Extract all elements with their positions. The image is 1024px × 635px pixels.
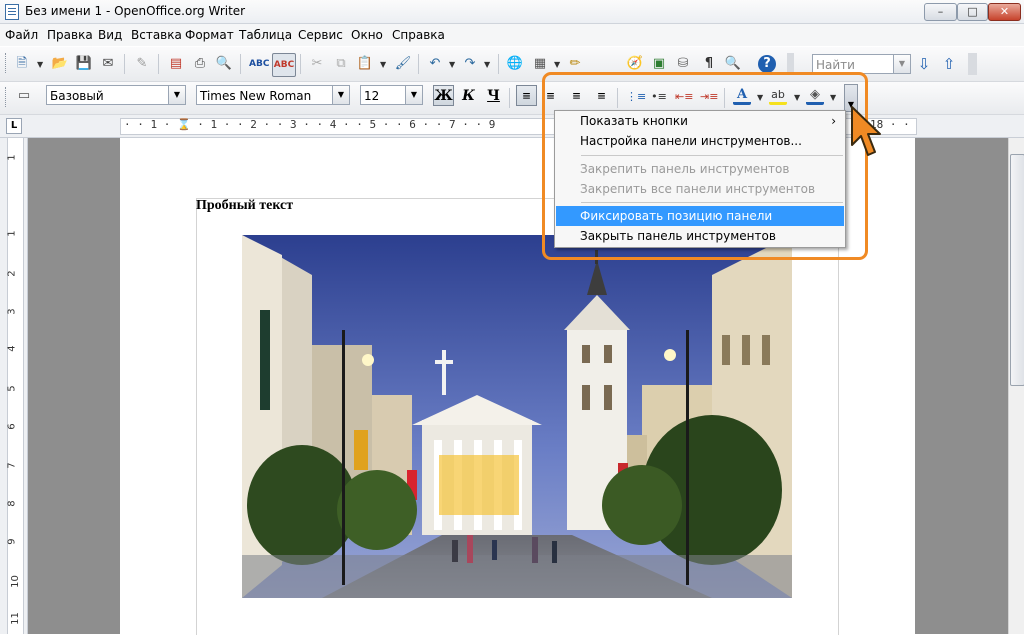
scrollbar-thumb[interactable] (1010, 154, 1024, 386)
separator (498, 54, 499, 74)
separator (509, 88, 510, 108)
ruler-number: 10 (9, 575, 21, 588)
ruler-number: 9 (6, 538, 18, 545)
menu-format[interactable]: Формат (185, 28, 234, 42)
find-previous-icon[interactable]: ⇧ (940, 55, 958, 73)
find-next-icon[interactable]: ⇩ (915, 55, 933, 73)
chevron-down-icon[interactable]: ▼ (405, 86, 422, 104)
menu-table[interactable]: Таблица (239, 28, 292, 42)
font-size-value: 12 (364, 89, 380, 103)
menu-tools[interactable]: Сервис (298, 28, 343, 42)
chevron-down-icon[interactable]: ▼ (380, 60, 386, 69)
mouse-pointer-icon (851, 106, 881, 156)
font-name-select[interactable]: Times New Roman ▼ (196, 85, 350, 105)
chevron-down-icon[interactable]: ▼ (332, 86, 349, 104)
chevron-down-icon[interactable]: ▼ (554, 60, 560, 69)
edit-mode-icon[interactable]: ✎ (133, 55, 151, 73)
new-document-icon[interactable]: 🗎 (13, 55, 31, 73)
chevron-down-icon[interactable]: ▼ (893, 55, 910, 73)
open-folder-icon[interactable]: 📂 (51, 55, 69, 73)
font-name-value: Times New Roman (200, 89, 312, 103)
autospellcheck-icon[interactable]: ABC (272, 53, 296, 77)
separator (418, 54, 419, 74)
help-icon[interactable]: ? (758, 55, 776, 73)
toolbar-grip[interactable] (5, 87, 9, 107)
hyperlink-icon[interactable]: 🌐 (506, 55, 524, 73)
chevron-down-icon[interactable]: ▼ (168, 86, 185, 104)
export-pdf-icon[interactable]: ▤ (167, 55, 185, 73)
menu-edit[interactable]: Правка (47, 28, 93, 42)
chevron-down-icon[interactable]: ▼ (37, 60, 43, 69)
find-placeholder: Найти (816, 58, 855, 72)
redo-icon[interactable]: ↷ (461, 55, 479, 73)
save-icon[interactable]: 💾 (75, 55, 93, 73)
chevron-down-icon[interactable]: ▼ (484, 60, 490, 69)
find-input[interactable]: Найти ▼ (812, 54, 911, 74)
window-title: Без имени 1 - OpenOffice.org Writer (25, 4, 246, 18)
print-icon[interactable]: ⎙ (191, 55, 209, 73)
toolbar-grip[interactable] (5, 53, 9, 73)
undo-icon[interactable]: ↶ (426, 55, 444, 73)
menu-view[interactable]: Вид (98, 28, 122, 42)
ruler-number: 6 (6, 423, 18, 430)
spellcheck-icon[interactable]: ABC (249, 55, 269, 73)
format-paintbrush-icon[interactable]: 🖌 (394, 55, 412, 73)
ruler-number: 2 (6, 270, 18, 277)
align-left-icon[interactable]: ≡ (516, 85, 537, 106)
chevron-down-icon[interactable]: ▼ (449, 60, 455, 69)
ruler-number: 1 (6, 154, 18, 161)
menu-bar: Файл Правка Вид Вставка Формат Таблица С… (0, 24, 1024, 46)
minimize-button[interactable]: – (924, 3, 957, 21)
ruler-number: 1 (6, 230, 18, 237)
menu-window[interactable]: Окно (351, 28, 383, 42)
print-preview-icon[interactable]: 🔍 (215, 55, 233, 73)
ruler-number: 3 (6, 308, 18, 315)
maximize-button[interactable]: □ (957, 3, 988, 21)
ruler-scale: · · 1 · ⌛ · 1 · · 2 · · 3 · · 4 · · 5 · … (124, 118, 496, 131)
bold-button[interactable]: Ж (433, 85, 454, 106)
toolbar-end-handle[interactable] (968, 53, 977, 75)
menu-help[interactable]: Справка (392, 28, 445, 42)
gallery-icon[interactable]: ▣ (650, 55, 668, 73)
separator (240, 54, 241, 74)
ruler-number: 4 (6, 345, 18, 352)
navigator-icon[interactable]: 🧭 (626, 55, 644, 73)
italic-button[interactable]: К (458, 85, 479, 106)
underline-button[interactable]: Ч (483, 85, 504, 106)
nonprinting-chars-icon[interactable]: ¶ (700, 55, 718, 73)
title-bar: Без имени 1 - OpenOffice.org Writer – □ … (0, 0, 1024, 24)
ruler-number: 11 (9, 612, 21, 625)
paragraph-style-value: Базовый (50, 89, 104, 103)
ruler-number: 8 (6, 500, 18, 507)
separator (158, 54, 159, 74)
close-button[interactable]: ✕ (988, 3, 1021, 21)
ruler-number: 5 (6, 385, 18, 392)
standard-toolbar: 🗎 ▼ 📂 💾 ✉ ✎ ▤ ⎙ 🔍 ABC ABC ✂ ⧉ 📋 ▼ 🖌 ↶ ▼ … (0, 47, 1024, 82)
draw-functions-icon[interactable]: ✏ (566, 55, 584, 73)
paste-icon[interactable]: 📋 (356, 55, 374, 73)
separator (124, 54, 125, 74)
copy-icon[interactable]: ⧉ (332, 55, 350, 73)
cut-icon[interactable]: ✂ (308, 55, 326, 73)
menu-insert[interactable]: Вставка (131, 28, 182, 42)
highlight-frame (542, 72, 868, 260)
vertical-ruler: 1 1 2 3 4 5 6 7 8 9 10 11 (0, 138, 28, 634)
document-text[interactable]: Пробный текст (196, 198, 293, 214)
styles-icon[interactable]: ▭ (15, 87, 33, 105)
email-icon[interactable]: ✉ (99, 55, 117, 73)
inserted-image[interactable] (242, 235, 792, 598)
menu-file[interactable]: Файл (5, 28, 38, 42)
paragraph-style-select[interactable]: Базовый ▼ (46, 85, 186, 105)
data-sources-icon[interactable]: ⛁ (674, 55, 692, 73)
zoom-icon[interactable]: 🔍 (724, 55, 742, 73)
tab-type-selector[interactable]: L (6, 118, 22, 134)
vertical-scrollbar[interactable] (1008, 138, 1024, 634)
writer-doc-icon (5, 4, 19, 20)
separator (300, 54, 301, 74)
ruler-number: 7 (6, 462, 18, 469)
font-size-select[interactable]: 12 ▼ (360, 85, 423, 105)
table-icon[interactable]: ▦ (531, 55, 549, 73)
